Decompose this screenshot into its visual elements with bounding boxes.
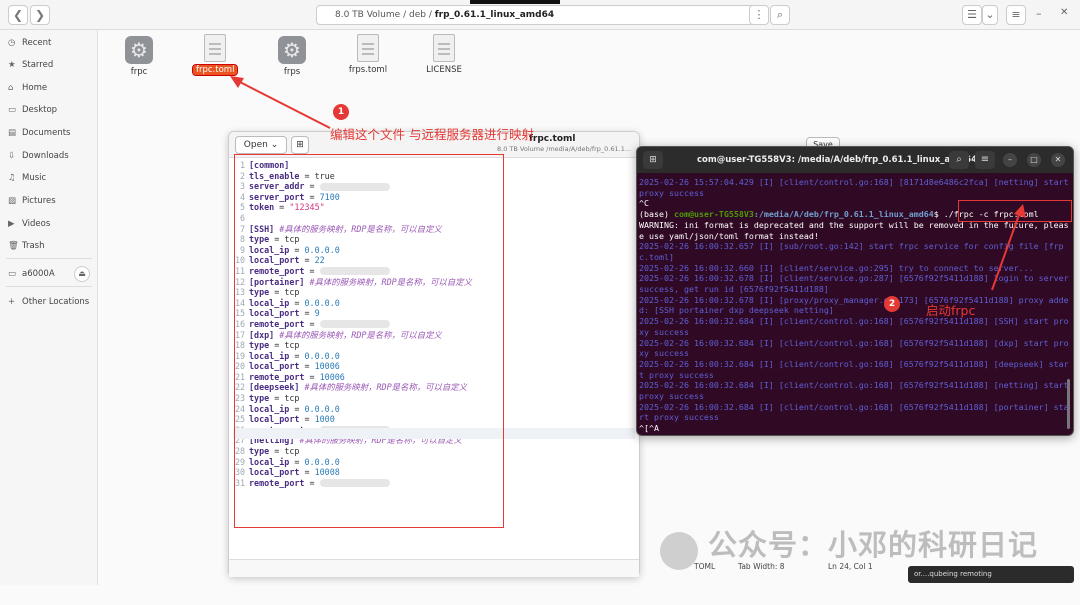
arrow-to-command <box>991 211 1021 291</box>
step1-text: 编辑这个文件 与远程服务器进行映射 <box>330 127 534 142</box>
arrowhead-command <box>1014 204 1026 218</box>
notification-text: or....qubeing remoting <box>914 570 992 578</box>
wechat-logo-icon <box>660 532 698 570</box>
step1-badge: 1 <box>333 104 349 120</box>
watermark: 公众号：小邓的科研日记 <box>708 528 1039 562</box>
step2-badge: 2 <box>884 296 900 312</box>
annotation-arrows <box>230 76 1026 291</box>
arrow-to-file <box>235 79 331 129</box>
step2-text: 启动frpc <box>926 303 976 318</box>
notification-toast[interactable]: or....qubeing remoting <box>908 566 1074 583</box>
